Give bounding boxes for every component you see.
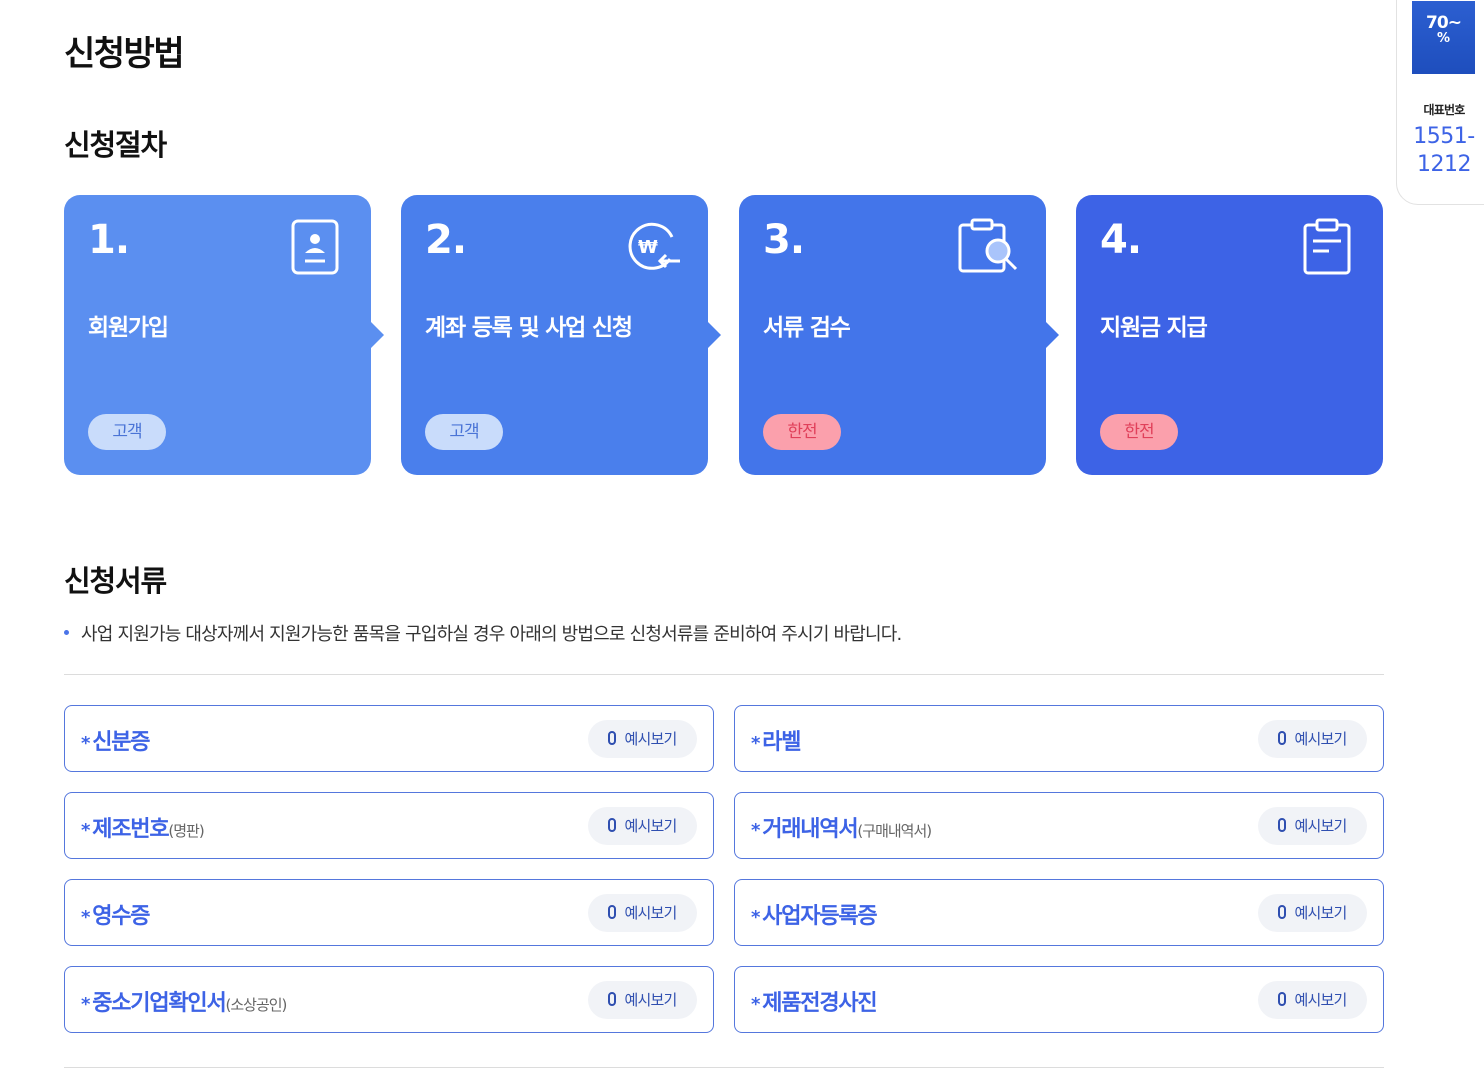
paperclip-icon [1278, 904, 1287, 919]
view-label: 예시보기 [624, 991, 677, 1009]
required-mark: * [751, 994, 760, 1015]
phone-line: 1551- [1413, 124, 1475, 149]
divider [64, 1067, 1384, 1068]
document-name: * 라벨 [751, 724, 802, 756]
view-example-button[interactable]: 예시보기 [1258, 894, 1367, 932]
promo-line: % [1436, 31, 1451, 46]
document-item-serial-number: * 제조번호(명판) 예시보기 [64, 792, 714, 859]
document-sub: (구매내역서) [857, 822, 932, 840]
required-mark: * [751, 820, 760, 841]
documents-description: 사업 지원가능 대상자께서 지원가능한 품목을 구입하실 경우 아래의 방법으로… [64, 620, 902, 646]
procedure-title: 신청절차 [64, 128, 167, 162]
step-number: 4. [1100, 217, 1142, 263]
bullet-dot [64, 629, 69, 635]
document-label: 영수증 [92, 904, 150, 929]
step-number: 1. [88, 217, 130, 263]
required-mark: * [81, 820, 90, 841]
paperclip-icon [1278, 991, 1287, 1006]
document-name: * 신분증 [81, 724, 151, 756]
phone-line: 1212 [1417, 152, 1472, 177]
document-name: * 사업자등록증 [751, 898, 878, 930]
side-quick-menu: 70~ % 대표번호 1551- 1212 [1396, 0, 1484, 205]
page-title: 신청방법 [64, 34, 185, 74]
document-label: 라벨 [762, 730, 801, 755]
paperclip-icon [608, 817, 617, 832]
step-arrow [370, 321, 384, 349]
document-label: 신분증 [92, 730, 150, 755]
document-name: * 거래내역서(구매내역서) [751, 811, 932, 843]
document-sub: (명판) [168, 822, 204, 840]
paperclip-icon [608, 904, 617, 919]
document-item-transaction-statement: * 거래내역서(구매내역서) 예시보기 [734, 792, 1384, 859]
paperclip-icon [1278, 817, 1287, 832]
actor-badge: 한전 [1100, 414, 1178, 450]
document-label: 제조번호 [92, 817, 169, 842]
view-example-button[interactable]: 예시보기 [588, 981, 697, 1019]
view-example-button[interactable]: 예시보기 [1258, 807, 1367, 845]
view-example-button[interactable]: 예시보기 [1258, 720, 1367, 758]
required-mark: * [81, 733, 90, 754]
step-card-payment: 4. 지원금 지급 한전 [1076, 195, 1383, 475]
step-number: 3. [763, 217, 805, 263]
documents-title: 신청서류 [64, 564, 167, 598]
view-example-button[interactable]: 예시보기 [588, 720, 697, 758]
view-label: 예시보기 [1294, 817, 1347, 835]
step-card-signup: 1. 회원가입 고객 [64, 195, 384, 475]
document-name: * 중소기업확인서(소상공인) [81, 985, 288, 1017]
paperclip-icon [608, 991, 617, 1006]
document-sub: (소상공인) [225, 996, 288, 1014]
document-label: 중소기업확인서 [92, 991, 226, 1016]
clipboard-icon [1303, 218, 1351, 275]
view-example-button[interactable]: 예시보기 [1258, 981, 1367, 1019]
divider [64, 674, 1384, 675]
promo-banner[interactable]: 70~ % [1412, 1, 1475, 74]
view-label: 예시보기 [1294, 730, 1347, 748]
view-label: 예시보기 [1294, 991, 1347, 1009]
phone-number[interactable]: 1551- 1212 [1397, 123, 1484, 179]
required-mark: * [81, 907, 90, 928]
phone-label: 대표번호 [1423, 103, 1466, 117]
document-item-receipt: * 영수증 예시보기 [64, 879, 714, 946]
step-number: 2. [425, 217, 467, 263]
required-mark: * [751, 733, 760, 754]
document-item-product-photo: * 제품전경사진 예시보기 [734, 966, 1384, 1033]
view-example-button[interactable]: 예시보기 [588, 894, 697, 932]
document-item-id-card: * 신분증 예시보기 [64, 705, 714, 772]
document-label: 사업자등록증 [762, 904, 877, 929]
document-item-business-registration: * 사업자등록증 예시보기 [734, 879, 1384, 946]
view-label: 예시보기 [624, 730, 677, 748]
document-name: * 제조번호(명판) [81, 811, 205, 843]
won-transfer-icon: ₩ [628, 222, 680, 270]
step-title: 서류 검수 [763, 315, 851, 341]
step-title: 계좌 등록 및 사업 신청 [425, 315, 633, 341]
paperclip-icon [1278, 730, 1287, 745]
step-arrow [707, 321, 721, 349]
step-card-review: 3. 서류 검수 한전 [739, 195, 1059, 475]
description-text: 사업 지원가능 대상자께서 지원가능한 품목을 구입하실 경우 아래의 방법으로… [81, 624, 902, 645]
step-title: 회원가입 [88, 315, 169, 341]
view-label: 예시보기 [1294, 904, 1347, 922]
document-label: 거래내역서 [762, 817, 858, 842]
required-mark: * [751, 907, 760, 928]
promo-line: 70~ [1426, 13, 1462, 33]
document-item-label: * 라벨 예시보기 [734, 705, 1384, 772]
step-arrow [1045, 321, 1059, 349]
clipboard-search-icon [958, 218, 1018, 273]
paperclip-icon [608, 730, 617, 745]
id-card-icon [291, 219, 339, 275]
document-name: * 영수증 [81, 898, 151, 930]
document-name: * 제품전경사진 [751, 985, 878, 1017]
document-label: 제품전경사진 [762, 991, 877, 1016]
view-label: 예시보기 [624, 904, 677, 922]
actor-badge: 고객 [88, 414, 166, 450]
view-label: 예시보기 [624, 817, 677, 835]
view-example-button[interactable]: 예시보기 [588, 807, 697, 845]
step-card-account: 2. ₩ 계좌 등록 및 사업 신청 고객 [401, 195, 721, 475]
required-mark: * [81, 994, 90, 1015]
document-item-sme-certificate: * 중소기업확인서(소상공인) 예시보기 [64, 966, 714, 1033]
actor-badge: 한전 [763, 414, 841, 450]
svg-text:₩: ₩ [638, 237, 658, 258]
step-title: 지원금 지급 [1100, 315, 1208, 341]
actor-badge: 고객 [425, 414, 503, 450]
